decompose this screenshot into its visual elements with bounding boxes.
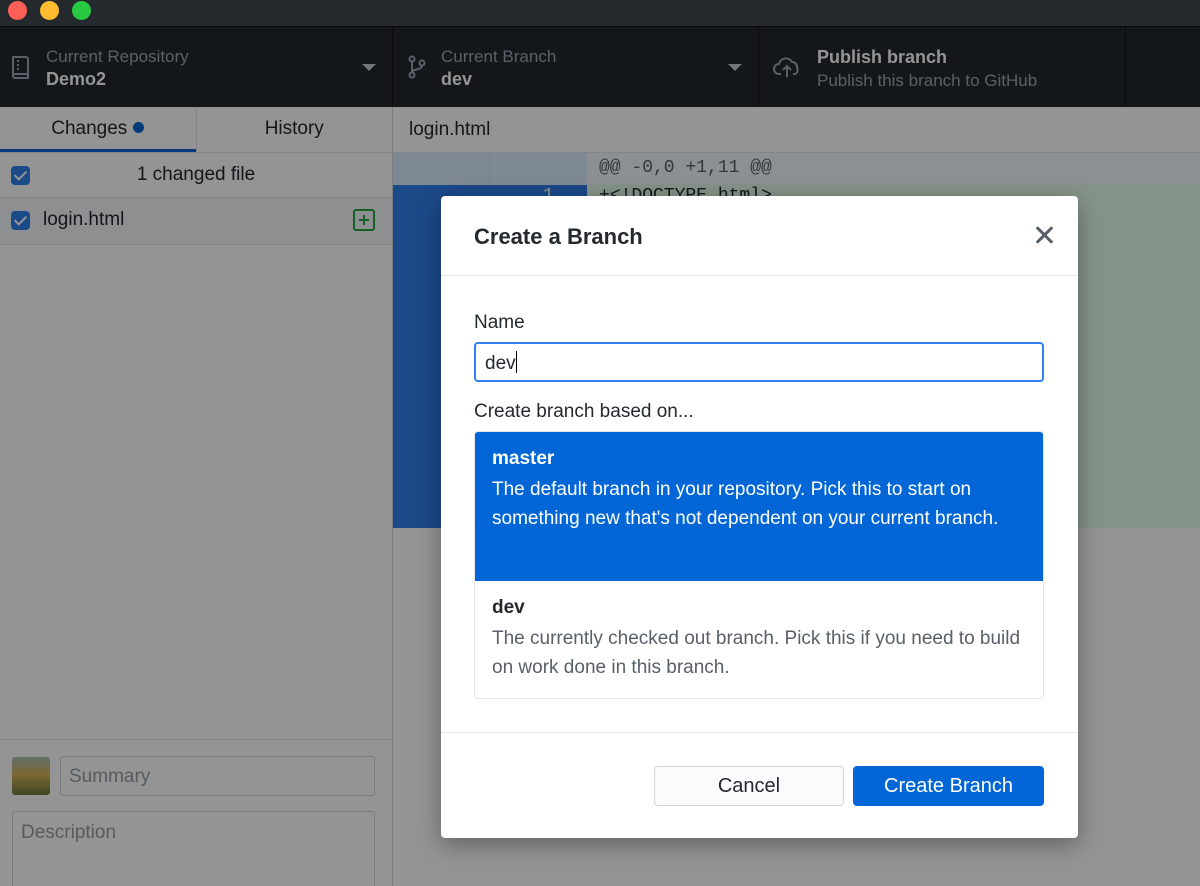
create-branch-button[interactable]: Create Branch <box>853 766 1044 806</box>
based-on-label: Create branch based on... <box>474 401 694 422</box>
window-maximize-button[interactable] <box>72 1 91 20</box>
close-icon[interactable] <box>1034 224 1056 246</box>
base-branch-list: master The default branch in your reposi… <box>474 431 1044 699</box>
window-minimize-button[interactable] <box>40 1 59 20</box>
option-name: dev <box>492 597 525 618</box>
base-branch-option-master[interactable]: master The default branch in your reposi… <box>475 432 1043 581</box>
window-close-button[interactable] <box>8 1 27 20</box>
option-description: The currently checked out branch. Pick t… <box>492 628 1021 678</box>
window-titlebar <box>0 0 1200 26</box>
option-name: master <box>492 448 555 469</box>
branch-name-input[interactable]: dev <box>474 342 1044 382</box>
option-description: The default branch in your repository. P… <box>492 479 999 529</box>
create-branch-dialog: Create a Branch Name dev Create branch b… <box>441 196 1078 838</box>
cancel-button[interactable]: Cancel <box>654 766 844 806</box>
dialog-footer: Cancel Create Branch <box>441 732 1078 838</box>
branch-name-label: Name <box>474 312 525 333</box>
base-branch-option-dev[interactable]: dev The currently checked out branch. Pi… <box>475 581 1043 698</box>
branch-name-value: dev <box>485 353 516 374</box>
text-cursor <box>515 351 517 373</box>
dialog-title: Create a Branch <box>474 224 643 249</box>
dialog-header: Create a Branch <box>441 196 1078 276</box>
